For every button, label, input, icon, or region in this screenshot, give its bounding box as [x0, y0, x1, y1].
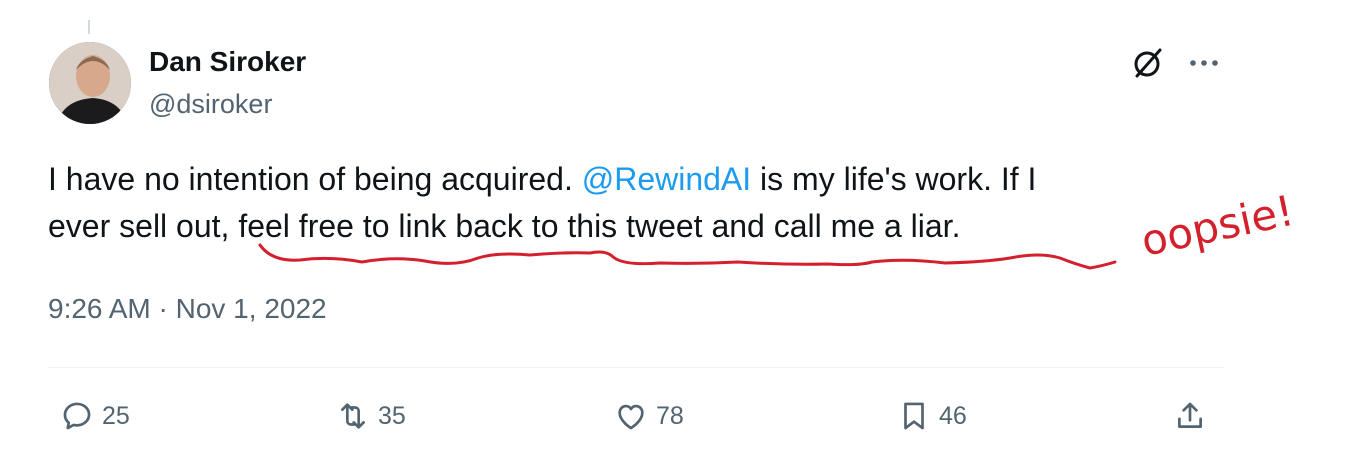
divider — [48, 367, 1224, 368]
bookmark-icon — [904, 402, 924, 430]
tweet-body: I have no intention of being acquired. @… — [48, 156, 1188, 250]
tweet-line-1: I have no intention of being acquired. @… — [48, 156, 1188, 203]
bookmark-button[interactable]: 46 — [897, 396, 967, 436]
author-handle[interactable]: @dsiroker — [149, 86, 272, 122]
thread-connector-line — [88, 20, 90, 34]
repost-icon — [341, 403, 365, 429]
tweet-timestamp[interactable]: 9:26 AM · Nov 1, 2022 — [48, 291, 327, 327]
share-button[interactable] — [1173, 396, 1207, 436]
reply-icon — [63, 402, 91, 430]
more-icon[interactable] — [1186, 48, 1222, 78]
like-button[interactable]: 78 — [614, 396, 684, 436]
tweet-text-segment: is my life's work. If I — [751, 161, 1037, 197]
bookmark-count: 46 — [939, 401, 967, 430]
like-count: 78 — [656, 401, 684, 430]
repost-button[interactable]: 35 — [336, 396, 406, 436]
grok-icon[interactable] — [1131, 46, 1165, 80]
share-icon — [1178, 402, 1202, 428]
author-display-name[interactable]: Dan Siroker — [149, 44, 306, 80]
reply-button[interactable]: 25 — [60, 396, 130, 436]
mention-link[interactable]: @RewindAI — [582, 161, 751, 197]
repost-count: 35 — [378, 401, 406, 430]
reply-count: 25 — [102, 401, 130, 430]
tweet-line-2: ever sell out, feel free to link back to… — [48, 208, 961, 244]
tweet-text-segment: I have no intention of being acquired. — [48, 161, 582, 197]
avatar[interactable] — [49, 42, 131, 124]
avatar-image — [49, 42, 131, 124]
like-icon — [618, 404, 644, 430]
